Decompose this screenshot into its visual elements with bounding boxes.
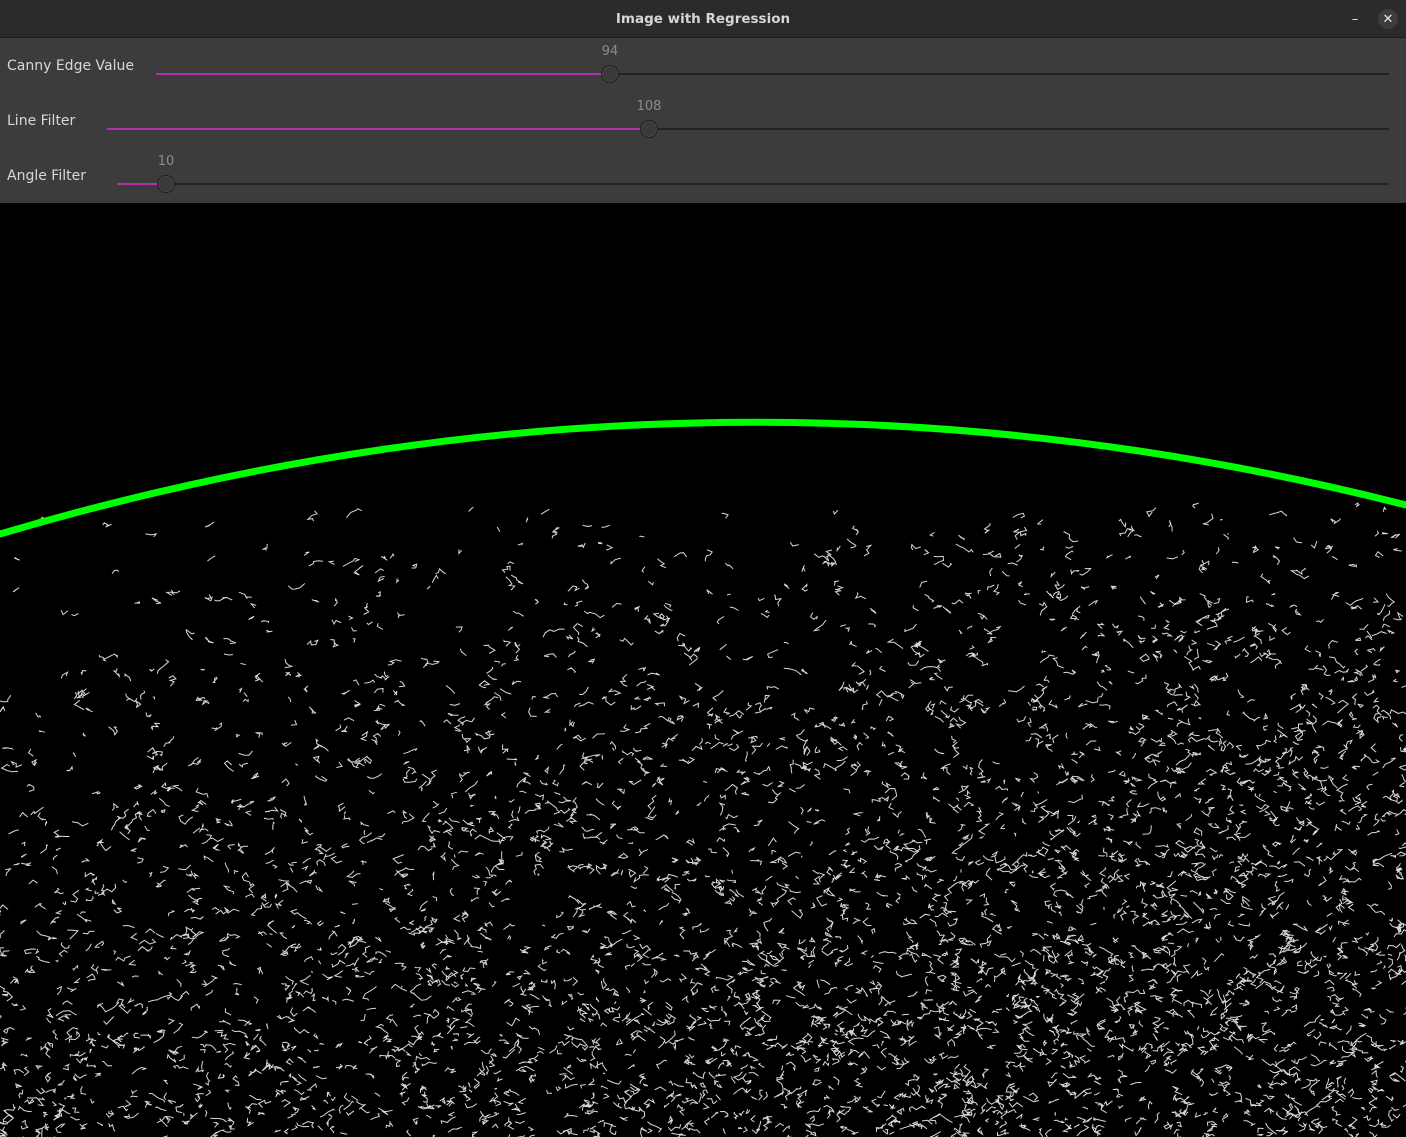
trackbar-value: 108	[636, 99, 662, 114]
trackbar-row-canny: Canny Edge Value 94	[0, 38, 1406, 93]
trackbar-fill	[107, 128, 649, 130]
trackbar-label: Angle Filter	[7, 168, 86, 184]
trackbar-value: 94	[601, 44, 619, 59]
minimize-icon: –	[1351, 11, 1359, 27]
trackbar-value: 10	[157, 154, 175, 169]
close-icon: ✕	[1382, 11, 1394, 27]
trackbar-handle[interactable]	[640, 120, 658, 138]
image-canvas	[0, 203, 1406, 1137]
trackbar-track[interactable]	[107, 128, 1389, 130]
trackbar-row-line-filter: Line Filter 108	[0, 93, 1406, 148]
minimize-button[interactable]: –	[1345, 9, 1365, 29]
close-button[interactable]: ✕	[1378, 9, 1398, 29]
trackbar-track[interactable]	[156, 73, 1389, 75]
trackbar-handle[interactable]	[601, 65, 619, 83]
trackbar-row-angle-filter: Angle Filter 10	[0, 148, 1406, 203]
trackbar-label: Line Filter	[7, 113, 76, 129]
title-bar[interactable]: Image with Regression – ✕	[0, 0, 1406, 38]
trackbar-fill	[156, 73, 610, 75]
trackbar-label: Canny Edge Value	[7, 58, 134, 74]
trackbar-handle[interactable]	[157, 175, 175, 193]
window-title: Image with Regression	[615, 11, 791, 27]
app-window: Image with Regression – ✕ Canny Edge Val…	[0, 0, 1406, 1137]
trackbar-track[interactable]	[117, 183, 1389, 185]
trackbar-panel: Canny Edge Value 94 Line Filter 108 Angl…	[0, 38, 1406, 203]
